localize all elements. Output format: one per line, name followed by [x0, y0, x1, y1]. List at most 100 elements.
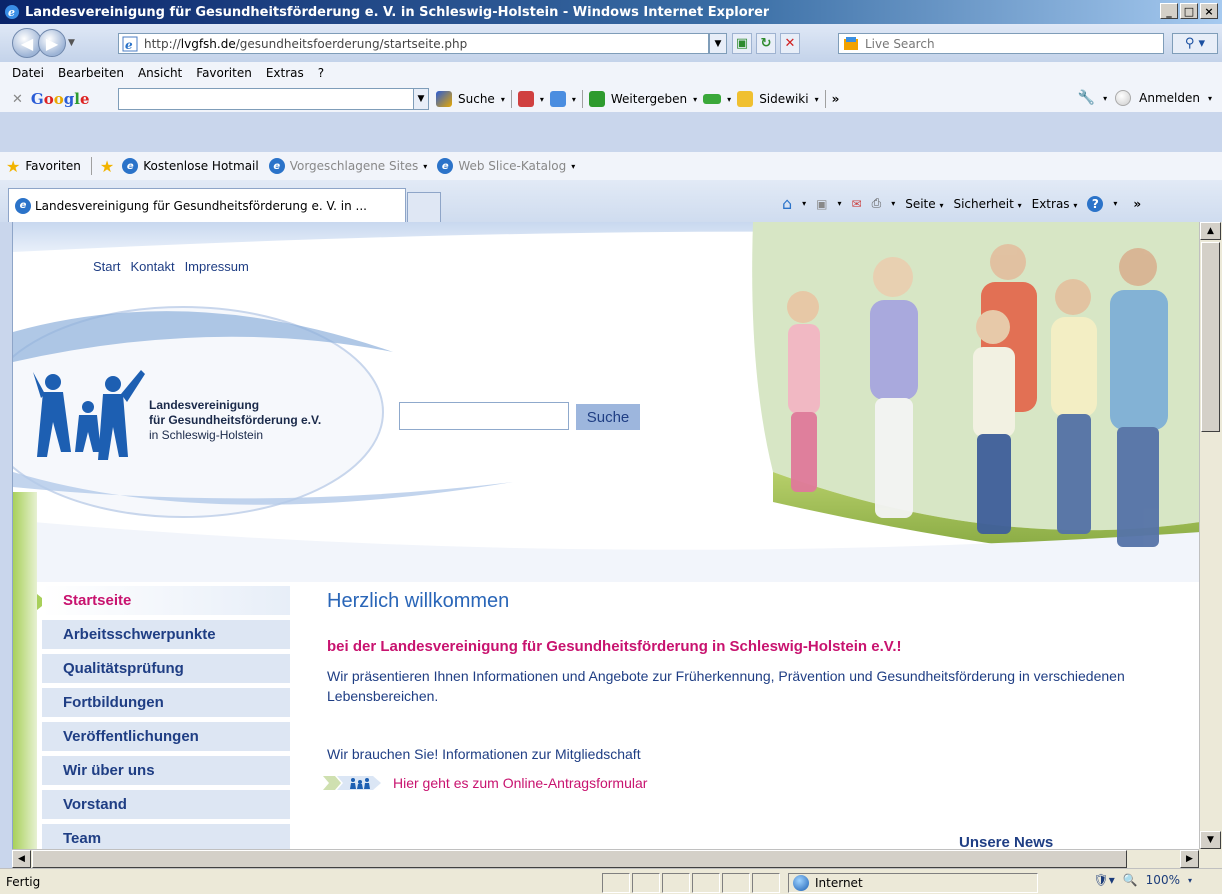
- compat-view-icon[interactable]: ▣: [732, 33, 752, 54]
- vertical-scrollbar[interactable]: ▲ ▼: [1199, 222, 1222, 849]
- refresh-icon[interactable]: ↻: [756, 33, 776, 54]
- online-form-link[interactable]: Hier geht es zum Online-Antragsformular: [323, 774, 647, 792]
- google-search-input[interactable]: [118, 88, 415, 110]
- cmd-extras[interactable]: Extras ▾: [1032, 197, 1078, 211]
- address-bar[interactable]: e http://lvgfsh.de/gesundheitsfoerderung…: [118, 33, 709, 54]
- menu-favoriten[interactable]: Favoriten: [196, 66, 252, 80]
- scroll-right-icon[interactable]: ▶: [1180, 850, 1199, 868]
- cmd-seite-label: Seite: [905, 196, 936, 211]
- signin-button[interactable]: Anmelden: [1139, 91, 1200, 105]
- security-zone[interactable]: Internet: [788, 873, 1038, 893]
- logo-line1: Landesvereinigung: [149, 398, 260, 412]
- google-search-icon: [436, 91, 452, 107]
- forward-button[interactable]: ▶: [38, 29, 66, 57]
- link-impressum[interactable]: Impressum: [185, 259, 249, 274]
- nav-veroeffentlichungen[interactable]: Veröffentlichungen: [42, 722, 290, 751]
- horizontal-scroll-thumb[interactable]: [32, 850, 1127, 868]
- address-toolbar: ◀ ▶ ▼ e http://lvgfsh.de/gesundheitsfoer…: [0, 24, 1222, 62]
- address-dropdown-icon[interactable]: ▼: [709, 33, 727, 54]
- url-prefix: http://: [144, 36, 181, 51]
- page-subtitle: bei der Landesvereinigung für Gesundheit…: [327, 638, 902, 655]
- feeds-icon[interactable]: ▣: [816, 197, 827, 211]
- menu-extras[interactable]: Extras: [266, 66, 304, 80]
- tab-active[interactable]: e Landesvereinigung für Gesundheitsförde…: [8, 188, 406, 222]
- scroll-up-icon[interactable]: ▲: [1200, 222, 1221, 240]
- help-icon[interactable]: ?: [1087, 195, 1104, 212]
- intro-text: Wir präsentieren Ihnen Informationen und…: [327, 668, 1125, 704]
- toolbar-more-button[interactable]: »: [832, 92, 840, 106]
- menu-bar: Datei Bearbeiten Ansicht Favoriten Extra…: [0, 62, 1222, 112]
- page-rank-icon[interactable]: [517, 91, 534, 107]
- fav-hotmail-label: Kostenlose Hotmail: [143, 159, 259, 173]
- add-favorite-icon[interactable]: ★: [100, 157, 114, 176]
- menu-bearbeiten[interactable]: Bearbeiten: [58, 66, 124, 80]
- print-icon[interactable]: ⎙: [872, 196, 882, 211]
- menu-datei[interactable]: Datei: [12, 66, 44, 80]
- cmd-extras-label: Extras: [1031, 196, 1070, 211]
- fav-hotmail[interactable]: e Kostenlose Hotmail: [122, 158, 259, 174]
- logo-line2: für Gesundheitsförderung e.V.: [149, 413, 322, 427]
- history-dropdown-icon[interactable]: ▼: [68, 38, 75, 48]
- cmd-sicherheit[interactable]: Sicherheit ▾: [953, 197, 1021, 211]
- protected-mode-icon[interactable]: 🛡▾: [1093, 873, 1114, 887]
- wrench-icon[interactable]: 🔧: [1078, 90, 1095, 106]
- new-tab-button[interactable]: [407, 192, 441, 222]
- favorites-button[interactable]: ★ Favoriten: [6, 157, 81, 176]
- nav-arbeitsschwerpunkte[interactable]: Arbeitsschwerpunkte: [42, 620, 290, 649]
- favorites-bar: ★ Favoriten ★ e Kostenlose Hotmail e Vor…: [0, 152, 1222, 180]
- nav-startseite[interactable]: Startseite: [42, 586, 290, 615]
- status-pane: [632, 873, 660, 893]
- page-title: Herzlich willkommen: [327, 590, 510, 612]
- cmd-sicherheit-label: Sicherheit: [953, 196, 1014, 211]
- link-kontakt[interactable]: Kontakt: [130, 259, 174, 274]
- fav-web-slice[interactable]: e Web Slice-Katalog ▾: [437, 158, 575, 174]
- chevron-figures-icon: [323, 776, 381, 790]
- google-logo: Google: [30, 90, 90, 108]
- plus-icon[interactable]: [549, 91, 566, 107]
- toolbar-close-icon[interactable]: ✕: [12, 92, 23, 107]
- bookmark-icon[interactable]: [703, 94, 722, 104]
- stop-icon[interactable]: ✕: [780, 33, 800, 54]
- maximize-button[interactable]: □: [1180, 3, 1198, 19]
- site-search-input[interactable]: [399, 402, 569, 430]
- mail-icon[interactable]: ✉: [852, 197, 862, 211]
- tab-bar: e Landesvereinigung für Gesundheitsförde…: [0, 180, 1222, 222]
- scroll-left-icon[interactable]: ◀: [12, 850, 31, 868]
- menu-help[interactable]: ?: [318, 66, 324, 80]
- vertical-scroll-thumb[interactable]: [1201, 242, 1220, 432]
- membership-link[interactable]: Wir brauchen Sie! Informationen zur Mitg…: [327, 746, 641, 762]
- cmd-seite[interactable]: Seite ▾: [905, 197, 943, 211]
- page-icon: e: [122, 36, 138, 52]
- close-button[interactable]: ×: [1200, 3, 1218, 19]
- star-icon: ★: [6, 156, 21, 176]
- live-search-placeholder: Live Search: [865, 36, 935, 51]
- google-search-dropdown-icon[interactable]: ▼: [413, 88, 429, 110]
- status-pane: [602, 873, 630, 893]
- nav-wir-ueber-uns[interactable]: Wir über uns: [42, 756, 290, 785]
- share-button[interactable]: Weitergeben: [611, 92, 687, 106]
- nav-qualitaetspruefung[interactable]: Qualitätsprüfung: [42, 654, 290, 683]
- live-search-input[interactable]: Live Search: [838, 33, 1164, 54]
- minimize-button[interactable]: _: [1160, 3, 1178, 19]
- search-go-button[interactable]: ⚲ ▾: [1172, 33, 1218, 54]
- scroll-down-icon[interactable]: ▼: [1200, 831, 1221, 849]
- cmdbar-more-icon[interactable]: »: [1133, 197, 1141, 211]
- home-icon[interactable]: ⌂: [782, 194, 792, 213]
- google-search-button[interactable]: Suche: [458, 92, 495, 106]
- zoom-level[interactable]: 100%: [1146, 873, 1180, 887]
- sidewiki-button[interactable]: Sidewiki: [759, 92, 808, 106]
- site-logo[interactable]: Landesvereinigung für Gesundheitsförderu…: [149, 398, 321, 443]
- svg-text:e: e: [8, 6, 15, 19]
- fav-suggested-sites[interactable]: e Vorgeschlagene Sites ▾: [268, 158, 427, 174]
- zoom-dropdown-icon[interactable]: ▾: [1188, 876, 1192, 885]
- site-search-button[interactable]: Suche: [576, 404, 640, 430]
- zone-label: Internet: [815, 876, 863, 890]
- fav-web-slice-label: Web Slice-Katalog: [458, 159, 567, 173]
- link-start[interactable]: Start: [93, 259, 120, 274]
- nav-fortbildungen[interactable]: Fortbildungen: [42, 688, 290, 717]
- nav-team[interactable]: Team: [42, 824, 290, 849]
- status-text: Fertig: [6, 874, 41, 889]
- nav-vorstand[interactable]: Vorstand: [42, 790, 290, 819]
- horizontal-scrollbar[interactable]: ◀ ▶: [12, 849, 1199, 868]
- menu-ansicht[interactable]: Ansicht: [138, 66, 182, 80]
